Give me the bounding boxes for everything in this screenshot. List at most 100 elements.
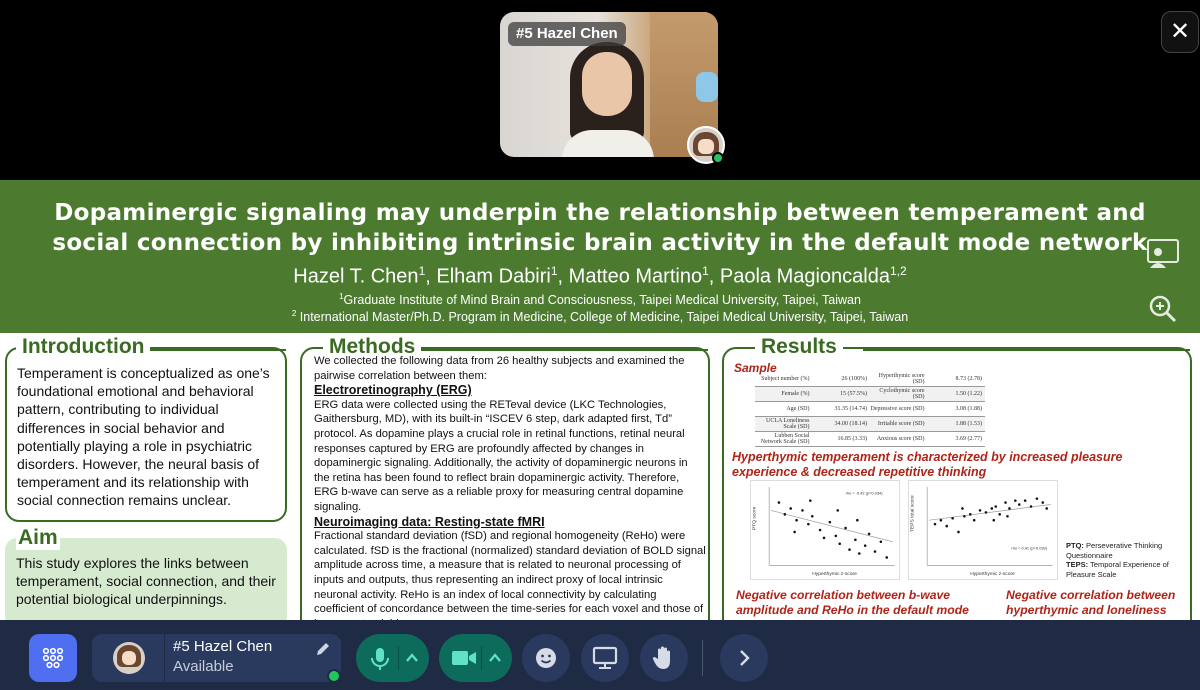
table-cell: UCLA Loneliness Scale (SD) — [766, 418, 810, 430]
table-row: UCLA Loneliness Scale (SD) 34.00 (18.14) I… — [755, 417, 985, 432]
scatter-point — [984, 511, 988, 514]
methods-text: We collected the following data from 26 … — [314, 354, 706, 620]
table-row: Subject number (%) 26 (100%) Hyperthymic s… — [755, 372, 985, 387]
hyperthymic-loneliness-caption: Negative correlation between hyperthymic… — [1006, 588, 1176, 620]
author-affiliation: 1,2 — [890, 264, 907, 278]
raise-hand-button[interactable] — [640, 634, 688, 682]
scatter-point — [879, 540, 883, 544]
table-cell: 34.00 (18.14) — [834, 421, 868, 427]
scatter-point — [963, 515, 966, 518]
scatter-point — [836, 509, 840, 512]
table-cell: Age (SD) — [786, 406, 810, 412]
close-icon: ✕ — [1169, 18, 1191, 45]
scatter-point — [998, 513, 1001, 516]
camera-icon — [452, 651, 476, 665]
table-cell: 1.50 (1.22) — [955, 391, 983, 397]
scatter-point — [795, 518, 798, 522]
affiliation-1: 1Graduate Institute of Mind Brain and Co… — [0, 292, 1200, 307]
scatter-point — [885, 556, 889, 559]
zoom-in-icon[interactable] — [1140, 290, 1184, 326]
erg-text: ERG data were collected using the RETeva… — [314, 398, 688, 513]
apps-button[interactable] — [29, 634, 77, 682]
scatter-point — [951, 516, 954, 520]
introduction-heading: Introduction — [16, 335, 151, 359]
table-cell: 15 (57.5%) — [840, 391, 867, 397]
author: Matteo Martino — [568, 265, 703, 288]
mic-button[interactable] — [356, 634, 429, 682]
pencil-icon[interactable] — [314, 640, 332, 658]
table-cell: 3.08 (1.88) — [955, 406, 983, 412]
screen-share-button[interactable] — [581, 634, 629, 682]
plot2-ylabel: TEPS total score — [909, 495, 915, 532]
scatter-point — [994, 505, 998, 508]
legend-key: TEPS: — [1066, 560, 1089, 569]
scatter-point — [1023, 499, 1027, 502]
introduction-text: Temperament is conceptualized as one’s f… — [17, 365, 270, 509]
close-button[interactable]: ✕ — [1161, 11, 1199, 53]
participant-name-tag: #5 Hazel Chen — [508, 22, 626, 46]
plot1-xlabel: Hyperthymic z-score — [812, 571, 857, 577]
presenter-icon[interactable] — [1140, 236, 1184, 272]
scatter-point — [858, 552, 861, 555]
scatter-plot-teps: TEPS total score Hyperthymic z-score rho… — [908, 480, 1058, 580]
scatter-point — [793, 530, 796, 534]
scatter-point — [957, 530, 960, 534]
table-cell: Hyperthymic score (SD) — [878, 373, 925, 385]
scatter-point — [1041, 501, 1045, 504]
table-row: Age (SD) 31.35 (14.74) Depressive score (S… — [755, 402, 985, 417]
table-cell: 1.88 (1.53) — [955, 421, 983, 427]
fmri-heading: Neuroimaging data: Resting-state fMRI — [314, 514, 545, 529]
camera-button[interactable] — [439, 634, 512, 682]
table-cell: 3.69 (2.77) — [955, 436, 983, 442]
affiliation-text: International Master/Ph.D. Program in Me… — [299, 310, 909, 325]
sample-table: Subject number (%) 26 (100%) Hyperthymic s… — [755, 372, 985, 447]
table-cell: Depressive score (SD) — [870, 406, 925, 412]
scatter-point — [939, 518, 943, 522]
author-affiliation: 1 — [550, 264, 558, 278]
methods-intro: We collected the following data from 26 … — [314, 355, 685, 382]
scatter-point — [834, 534, 838, 538]
table-cell: 26 (100%) — [841, 376, 868, 382]
table-cell: Irritable score (SD) — [877, 421, 925, 427]
aim-text: This study explores the links between te… — [16, 555, 276, 608]
author: Paola Magioncalda — [719, 265, 890, 288]
scatter-point — [854, 538, 857, 542]
aim-heading: Aim — [16, 526, 60, 550]
poster: Dopaminergic signaling may underpin the … — [0, 180, 1200, 620]
chevron-right-icon — [740, 650, 750, 666]
hyperthymic-caption: Hyperthymic temperament is characterized… — [732, 450, 1123, 479]
scatter-point — [810, 515, 814, 518]
scatter-point — [848, 548, 851, 551]
author-affiliation: 1 — [418, 264, 426, 278]
table-row: Lubben Social Network Scale (SD) 16.85 (3… — [755, 432, 985, 447]
plot1-annotation: rho = -0.42 (p=0.034) — [846, 491, 884, 496]
scatter-point — [783, 513, 787, 516]
results-heading: Results — [755, 335, 843, 359]
affiliation-2: 2 International Master/Ph.D. Program in … — [0, 309, 1200, 324]
poster-authors: Hazel T. Chen1, Elham Dabiri1, Matteo Ma… — [293, 264, 907, 288]
table-cell: Lubben Social Network Scale (SD) — [760, 433, 810, 445]
scatter-point — [863, 544, 867, 547]
chevron-up-icon[interactable] — [487, 650, 503, 666]
scatter-point — [873, 550, 877, 553]
scatter-point — [968, 513, 972, 516]
scatter-point — [809, 499, 812, 502]
poster-title-line-1: Dopaminergic signaling may underpin the … — [54, 200, 1146, 226]
scatter-point — [1029, 505, 1033, 508]
reactions-button[interactable] — [522, 634, 570, 682]
scatter-point — [838, 542, 841, 545]
more-button[interactable] — [720, 634, 768, 682]
author: Elham Dabiri — [436, 265, 551, 288]
table-cell: 31.35 (14.74) — [834, 406, 868, 412]
chevron-up-icon[interactable] — [404, 650, 420, 666]
poster-header: Dopaminergic signaling may underpin the … — [0, 180, 1200, 333]
online-status-dot — [327, 669, 341, 683]
scatter-point — [828, 520, 832, 524]
plot1-ylabel: PTQ score — [751, 506, 757, 530]
user-status: Available — [173, 658, 234, 675]
plot2-annotation: rho = 0.41 (p=0.039) — [1011, 546, 1047, 551]
emoji-icon — [536, 648, 556, 668]
affiliation-text: Graduate Institute of Mind Brain and Con… — [343, 293, 861, 308]
scatter-point — [818, 528, 822, 532]
scatter-point — [777, 501, 781, 504]
